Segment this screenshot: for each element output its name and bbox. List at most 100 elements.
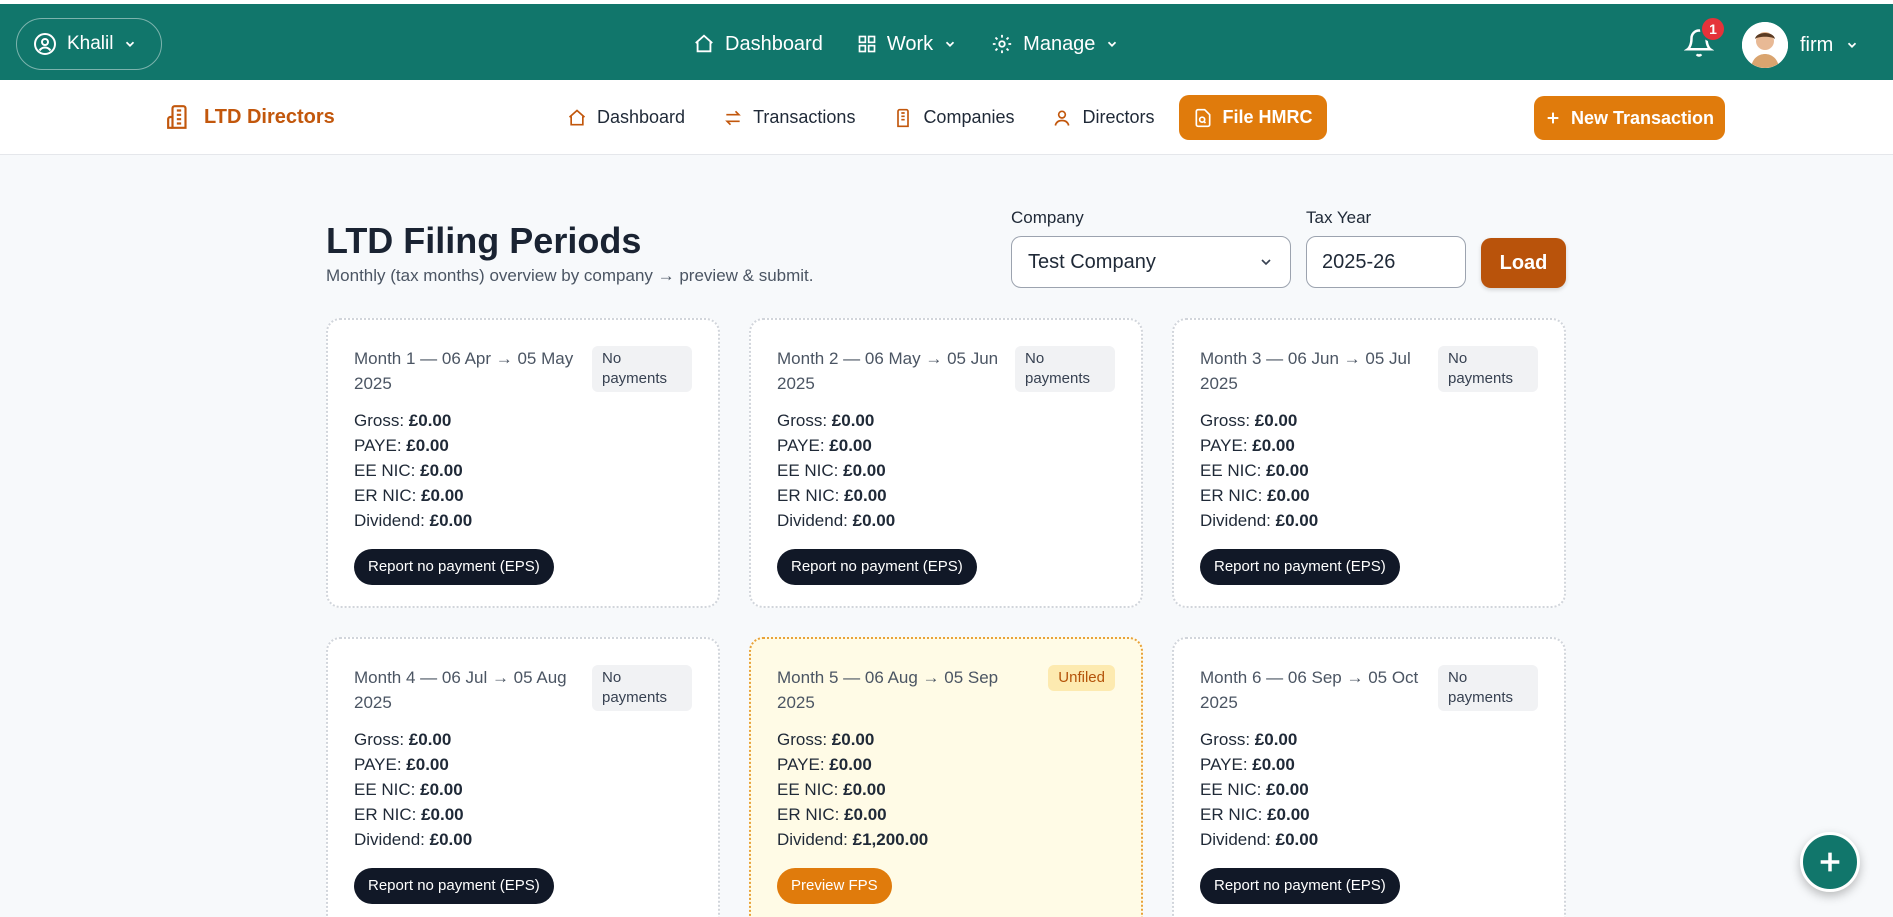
amount-label: EE NIC:	[1200, 461, 1262, 480]
amount-label: ER NIC:	[1200, 805, 1263, 824]
user-name: Khalil	[67, 33, 114, 54]
status-badge: Unfiled	[1048, 665, 1115, 691]
amount-label: EE NIC:	[777, 461, 839, 480]
amount-label: Dividend:	[354, 511, 425, 530]
amount-row-paye: PAYE: £0.00	[777, 433, 1115, 458]
amount-label: PAYE:	[1200, 436, 1248, 455]
gear-icon	[992, 34, 1012, 54]
period-title: Month 3 — 06 Jun → 05 Jul 2025	[1200, 349, 1411, 393]
amount-label: EE NIC:	[354, 461, 416, 480]
amount-row-er-nic: ER NIC: £0.00	[354, 802, 692, 827]
amount-value: £0.00	[1275, 511, 1319, 530]
amount-label: ER NIC:	[354, 805, 417, 824]
add-fab-button[interactable]	[1800, 832, 1860, 892]
load-button[interactable]: Load	[1481, 238, 1566, 288]
tab-file-hmrc[interactable]: File HMRC	[1178, 95, 1327, 140]
amount-row-gross: Gross: £0.00	[354, 408, 692, 433]
period-card-header: Month 3 — 06 Jun → 05 Jul 2025 No payment…	[1200, 346, 1538, 398]
brand[interactable]: LTD Directors	[166, 104, 335, 130]
profile-menu[interactable]: firm	[1742, 22, 1859, 68]
amount-row-dividend: Dividend: £0.00	[354, 827, 692, 852]
amount-value: £0.00	[831, 411, 875, 430]
profile-name: firm	[1800, 33, 1834, 56]
amount-value: £0.00	[421, 486, 464, 505]
company-label: Company	[1011, 208, 1084, 227]
tax-year-input[interactable]: 2025-26	[1306, 236, 1466, 288]
amount-row-er-nic: ER NIC: £0.00	[1200, 802, 1538, 827]
tab-directors[interactable]: Directors	[1038, 95, 1168, 140]
amount-label: PAYE:	[354, 436, 402, 455]
report-no-payment-button[interactable]: Report no payment (EPS)	[354, 868, 554, 904]
period-title: Month 2 — 06 May → 05 Jun 2025	[777, 349, 999, 393]
amount-label: ER NIC:	[777, 805, 840, 824]
chevron-down-icon	[1108, 41, 1117, 47]
amount-label: Dividend:	[777, 511, 848, 530]
period-card-header: Month 4 — 06 Jul → 05 Aug 2025 No payment…	[354, 665, 692, 717]
amount-value: £0.00	[1254, 730, 1298, 749]
top-nav-label: Dashboard	[725, 32, 823, 55]
top-nav: Dashboard Work Manage	[693, 18, 1119, 70]
report-no-payment-button[interactable]: Report no payment (EPS)	[777, 549, 977, 585]
status-badge: No payments	[592, 665, 692, 711]
amount-value: £0.00	[406, 436, 449, 455]
tab-label: Directors	[1082, 107, 1155, 127]
report-no-payment-button[interactable]: Report no payment (EPS)	[1200, 868, 1400, 904]
amount-value: £0.00	[852, 511, 896, 530]
period-amounts: Gross: £0.00 PAYE: £0.00 EE NIC: £0.00 ER N…	[354, 727, 692, 852]
amount-value: £0.00	[420, 780, 463, 799]
user-switcher[interactable]: Khalil	[16, 18, 162, 70]
amount-value: £0.00	[421, 805, 464, 824]
period-card: Month 1 — 06 Apr → 05 May 2025 No payment…	[326, 318, 720, 608]
amount-value: £0.00	[829, 436, 872, 455]
status-badge: No payments	[1438, 346, 1538, 392]
amount-row-paye: PAYE: £0.00	[1200, 752, 1538, 777]
person-icon	[1055, 110, 1070, 126]
period-card-header: Month 1 — 06 Apr → 05 May 2025 No payment…	[354, 346, 692, 398]
top-nav-dashboard[interactable]: Dashboard	[693, 33, 823, 56]
amount-value: £1,200.00	[852, 830, 929, 849]
amount-value: £0.00	[831, 730, 875, 749]
amount-value: £0.00	[844, 486, 887, 505]
period-card: Month 6 — 06 Sep → 05 Oct 2025 No payment…	[1172, 637, 1566, 917]
report-no-payment-button[interactable]: Report no payment (EPS)	[1200, 549, 1400, 585]
amount-label: PAYE:	[354, 755, 402, 774]
amount-row-ee-nic: EE NIC: £0.00	[354, 458, 692, 483]
period-amounts: Gross: £0.00 PAYE: £0.00 EE NIC: £0.00 ER N…	[1200, 727, 1538, 852]
company-select[interactable]: Test Company	[1011, 236, 1291, 288]
top-nav-label: Work	[886, 32, 934, 55]
amount-value: £0.00	[1252, 755, 1295, 774]
amount-row-gross: Gross: £0.00	[777, 408, 1115, 433]
notification-badge: 1	[1700, 16, 1726, 42]
tab-companies[interactable]: Companies	[879, 95, 1028, 140]
amount-row-dividend: Dividend: £0.00	[777, 508, 1115, 533]
section-nav: LTD Directors Dashboard Transactions Com…	[0, 80, 1893, 155]
amount-label: Gross:	[777, 411, 828, 430]
amount-label: Dividend:	[777, 830, 848, 849]
status-badge: No payments	[1015, 346, 1115, 392]
amount-row-gross: Gross: £0.00	[1200, 408, 1538, 433]
amount-label: ER NIC:	[1200, 486, 1263, 505]
home-icon	[695, 34, 713, 53]
new-transaction-button[interactable]: New Transaction	[1534, 96, 1725, 140]
amount-value: £0.00	[1266, 780, 1309, 799]
amount-value: £0.00	[408, 411, 452, 430]
preview-fps-button[interactable]: Preview FPS	[777, 868, 892, 904]
top-nav-manage[interactable]: Manage	[991, 33, 1119, 56]
amount-value: £0.00	[429, 511, 473, 530]
top-nav-work[interactable]: Work	[857, 33, 957, 56]
amount-row-paye: PAYE: £0.00	[777, 752, 1115, 777]
amount-value: £0.00	[829, 755, 872, 774]
top-bar: Khalil Dashboard Work Manage 1 firm	[0, 0, 1893, 80]
swap-icon	[725, 110, 741, 125]
tab-transactions[interactable]: Transactions	[709, 95, 869, 140]
grid-icon	[858, 35, 876, 53]
report-no-payment-button[interactable]: Report no payment (EPS)	[354, 549, 554, 585]
amount-value: £0.00	[1267, 486, 1310, 505]
page-subtitle: Monthly (tax months) overview by company…	[326, 266, 814, 285]
chevron-down-icon	[1261, 259, 1271, 266]
amount-row-er-nic: ER NIC: £0.00	[777, 802, 1115, 827]
amount-value: £0.00	[1252, 436, 1295, 455]
amount-label: Gross:	[354, 730, 405, 749]
tab-dashboard[interactable]: Dashboard	[553, 95, 699, 140]
amount-row-ee-nic: EE NIC: £0.00	[1200, 458, 1538, 483]
